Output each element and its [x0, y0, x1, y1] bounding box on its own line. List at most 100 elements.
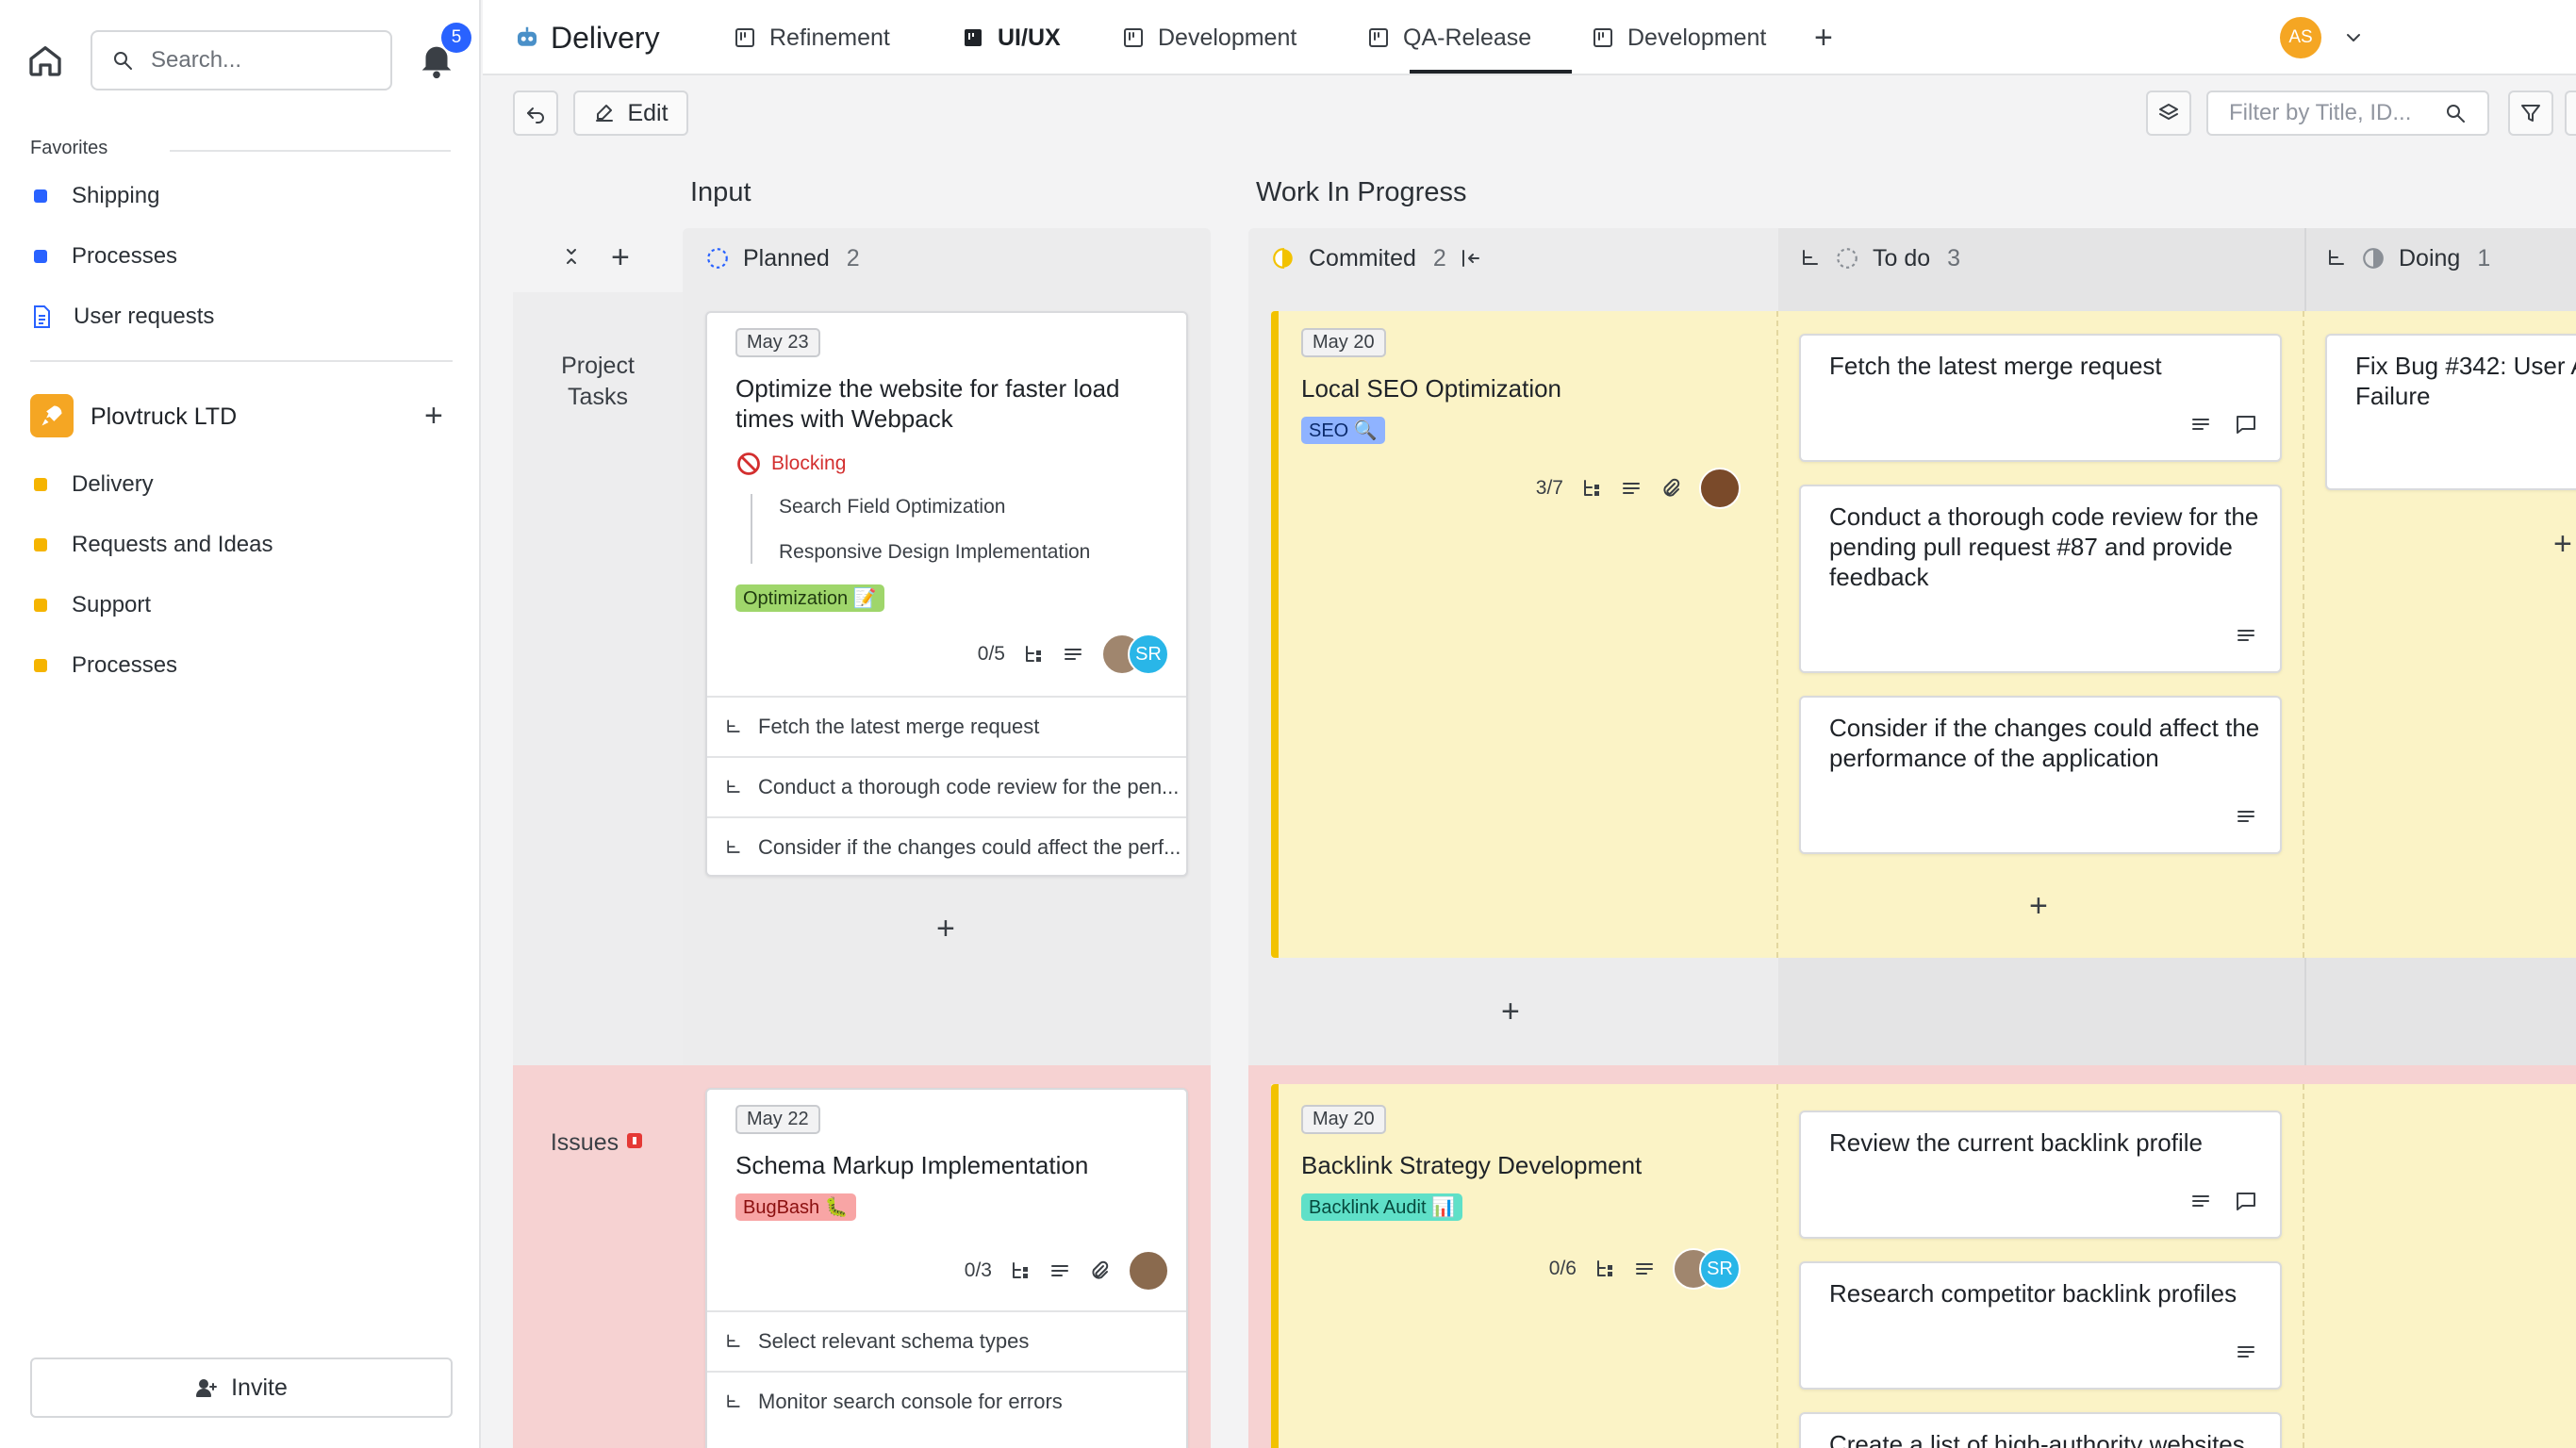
- description-icon[interactable]: [1633, 1258, 1656, 1280]
- search-icon: [2444, 102, 2467, 124]
- subtask-row[interactable]: Consider if the changes could affect the…: [707, 816, 1186, 877]
- yellow-dot-icon: [34, 538, 47, 551]
- add-card-button[interactable]: +: [2029, 890, 2048, 922]
- swimlane-issues[interactable]: Issues: [513, 1127, 683, 1159]
- subtasks-icon[interactable]: [1593, 1258, 1616, 1280]
- committed-column-header[interactable]: Commited 2: [1271, 226, 1482, 290]
- attachment-icon[interactable]: [1660, 477, 1682, 500]
- task-card[interactable]: Research competitor backlink profiles: [1799, 1261, 2282, 1390]
- todo-status-icon: [1835, 246, 1859, 271]
- todo-column-header[interactable]: To do 3: [1799, 226, 1960, 290]
- tab-development-2[interactable]: Development: [1592, 0, 1766, 75]
- task-card[interactable]: May 22 Schema Markup Implementation BugB…: [705, 1088, 1188, 1448]
- layers-button[interactable]: [2146, 90, 2191, 136]
- siren-icon: [624, 1127, 645, 1159]
- search-input[interactable]: Search...: [91, 30, 392, 90]
- chevron-down-icon[interactable]: [2342, 26, 2365, 49]
- filter-input[interactable]: Filter by Title, ID...: [2206, 90, 2489, 136]
- invite-button[interactable]: Invite: [30, 1358, 453, 1418]
- description-icon[interactable]: [1620, 477, 1643, 500]
- add-card-button[interactable]: +: [1501, 996, 1520, 1028]
- collapse-all-icon[interactable]: [560, 245, 583, 268]
- add-workspace-item-button[interactable]: +: [424, 398, 443, 435]
- favorite-shipping[interactable]: Shipping: [34, 183, 159, 209]
- assignees[interactable]: SR: [1101, 634, 1169, 675]
- favorite-user-requests[interactable]: User requests: [30, 304, 214, 330]
- subtasks-icon[interactable]: [1009, 1259, 1032, 1282]
- description-icon[interactable]: [2235, 805, 2257, 828]
- collapse-left-icon[interactable]: [1460, 247, 1482, 270]
- workspace-item-delivery[interactable]: Delivery: [34, 471, 154, 498]
- subtask-row[interactable]: Conduct a thorough code review for the p…: [707, 756, 1186, 816]
- planned-column-header[interactable]: Planned 2: [705, 226, 860, 290]
- description-icon[interactable]: [1062, 643, 1084, 666]
- card-title: Conduct a thorough code review for the p…: [1829, 502, 2259, 591]
- description-icon[interactable]: [1049, 1259, 1071, 1282]
- tab-development[interactable]: Development: [1122, 0, 1296, 75]
- subtask-row[interactable]: Fetch the latest merge request: [707, 696, 1186, 756]
- undo-button[interactable]: [513, 90, 558, 136]
- child-item[interactable]: Search Field Optimization: [779, 496, 1005, 518]
- card-title: Local SEO Optimization: [1301, 374, 1562, 403]
- attachment-icon[interactable]: [1088, 1259, 1111, 1282]
- card-title: Backlink Strategy Development: [1301, 1151, 1643, 1179]
- workspace-item-support[interactable]: Support: [34, 592, 151, 618]
- tab-refinement[interactable]: Refinement: [734, 0, 890, 75]
- planned-status-icon: [705, 246, 730, 271]
- card-meta: [2235, 805, 2257, 828]
- workspace-item-processes[interactable]: Processes: [34, 652, 177, 679]
- subtasks-icon[interactable]: [1580, 477, 1603, 500]
- doing-column-header[interactable]: Doing 1: [2325, 226, 2490, 290]
- subtask-row[interactable]: Monitor search console for errors: [707, 1371, 1186, 1431]
- task-card[interactable]: May 20 Backlink Strategy Development Bac…: [1279, 1084, 1776, 1301]
- description-icon[interactable]: [2235, 624, 2257, 647]
- filter-button[interactable]: [2508, 90, 2553, 136]
- tab-qa-release[interactable]: QA-Release: [1367, 0, 1531, 75]
- tag-bugbash: BugBash 🐛: [735, 1193, 856, 1221]
- subtask-icon: [724, 1332, 743, 1351]
- task-card[interactable]: Review the current backlink profile: [1799, 1111, 2282, 1239]
- blocked-icon: [735, 451, 762, 477]
- add-tab-button[interactable]: +: [1814, 0, 1833, 75]
- swimlane-project-tasks[interactable]: Project Tasks: [513, 351, 683, 412]
- subtasks-icon[interactable]: [1022, 643, 1045, 666]
- task-card[interactable]: Consider if the changes could affect the…: [1799, 696, 2282, 854]
- task-card[interactable]: Create a list of high-authority websites: [1799, 1412, 2282, 1448]
- notifications-bell-icon[interactable]: 5: [415, 23, 471, 81]
- add-card-button[interactable]: +: [2553, 528, 2572, 560]
- user-avatar[interactable]: AS: [2280, 17, 2321, 58]
- description-icon[interactable]: [2189, 1190, 2212, 1212]
- task-card[interactable]: Fetch the latest merge request: [1799, 334, 2282, 462]
- favorite-processes[interactable]: Processes: [34, 243, 177, 270]
- task-card[interactable]: Conduct a thorough code review for the p…: [1799, 485, 2282, 673]
- comment-icon[interactable]: [2235, 1190, 2257, 1212]
- rocket-icon: [30, 394, 74, 437]
- avatar: SR: [1128, 634, 1169, 675]
- avatar: SR: [1699, 1248, 1741, 1290]
- due-date-badge: May 20: [1301, 328, 1386, 357]
- home-icon[interactable]: [26, 41, 64, 79]
- description-icon[interactable]: [2235, 1341, 2257, 1363]
- workspace-item-requests-ideas[interactable]: Requests and Ideas: [34, 532, 272, 558]
- task-card[interactable]: May 20 Local SEO Optimization SEO 🔍 3/7: [1279, 311, 1776, 594]
- dashed-divider: [2303, 311, 2304, 958]
- tab-ui-ux[interactable]: UI/UX: [962, 0, 1061, 75]
- card-meta: [2235, 1341, 2257, 1363]
- description-icon[interactable]: [2189, 413, 2212, 436]
- task-card[interactable]: Fix Bug #342: User A Failure: [2325, 334, 2576, 490]
- card-meta: 3/7: [1536, 468, 1741, 509]
- comment-icon[interactable]: [2235, 413, 2257, 436]
- child-item[interactable]: Responsive Design Implementation: [779, 541, 1090, 564]
- progress-count: 0/5: [977, 643, 1005, 665]
- add-swimlane-button[interactable]: +: [611, 239, 630, 276]
- subtask-row[interactable]: Select relevant schema types: [707, 1310, 1186, 1371]
- workspace-name[interactable]: Plovtruck LTD: [91, 403, 237, 431]
- more-button[interactable]: [2565, 90, 2576, 136]
- task-card[interactable]: May 23 Optimize the website for faster l…: [705, 311, 1188, 877]
- avatar[interactable]: [1128, 1250, 1169, 1292]
- dashed-divider: [1776, 1084, 1778, 1448]
- avatar[interactable]: [1699, 468, 1741, 509]
- add-card-button[interactable]: +: [936, 913, 955, 945]
- edit-button[interactable]: Edit: [573, 90, 688, 136]
- assignees[interactable]: SR: [1673, 1248, 1741, 1290]
